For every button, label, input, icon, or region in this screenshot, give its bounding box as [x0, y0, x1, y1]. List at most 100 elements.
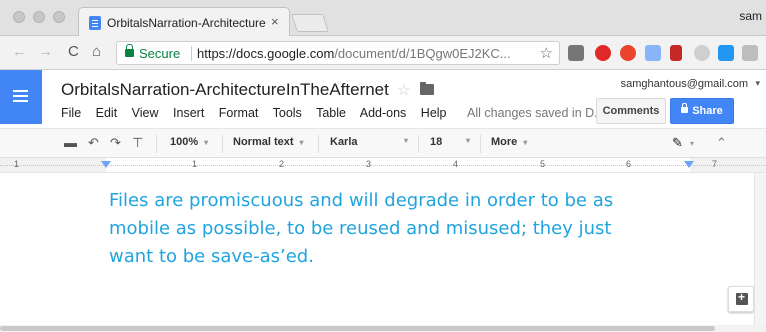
toolbar-divider [222, 135, 223, 153]
menu-format[interactable]: Format [219, 106, 259, 120]
ruler-number: 3 [366, 159, 372, 169]
url-path: /document/d/1BQgw0EJ2KC... [334, 46, 511, 61]
horizontal-scrollbar[interactable] [0, 325, 766, 332]
zoom-value: 100% [170, 136, 199, 148]
editing-toolbar: ▬ ↶ ↷ ⊤ 100% ▾ Normal text ▾ Karla ▾ 18 ▾ Mo… [0, 128, 766, 158]
style-value: Normal text [233, 136, 294, 148]
browser-titlebar: OrbitalsNarration-Architecture × sam [0, 0, 766, 37]
url-divider [191, 46, 192, 61]
ruler-number: 7 [712, 159, 718, 169]
chevron-down-icon: ▾ [299, 138, 304, 147]
document-title[interactable]: OrbitalsNarration-ArchitectureInTheAfter… [61, 80, 389, 100]
home-icon[interactable]: ⌂ [92, 44, 101, 60]
opera-icon[interactable] [620, 45, 636, 61]
url-host: docs.google.com [236, 46, 335, 61]
arrow-icon[interactable] [718, 45, 734, 61]
toolbar-divider [418, 135, 419, 153]
ruler-number: 6 [626, 159, 632, 169]
menu-table[interactable]: Table [316, 106, 346, 120]
pinterest-icon[interactable] [595, 45, 611, 61]
maximize-window-button[interactable] [53, 11, 65, 23]
editing-mode-pencil-icon[interactable]: ✎ [672, 135, 683, 151]
share-label: Share [692, 105, 723, 117]
menu-tools[interactable]: Tools [273, 106, 302, 120]
move-to-folder-icon[interactable] [420, 82, 434, 95]
chevron-down-icon: ▾ [523, 138, 528, 147]
document-page[interactable]: Files are promiscuous and will degrade i… [0, 173, 754, 325]
browser-menu-icon[interactable]: ⋮ [760, 44, 766, 60]
right-indent-marker[interactable] [684, 161, 694, 168]
lock-icon [125, 44, 134, 57]
bars-icon[interactable] [670, 45, 682, 61]
style-select[interactable]: Normal text ▾ [233, 136, 304, 148]
comments-button[interactable]: Comments [596, 98, 666, 124]
tab-close-icon[interactable]: × [271, 14, 279, 29]
minimize-window-button[interactable] [33, 11, 45, 23]
profile-name[interactable]: sam [739, 9, 762, 23]
back-icon[interactable]: ← [12, 44, 27, 60]
collapse-toolbar-icon[interactable]: ⌃ [716, 135, 727, 151]
menu-view[interactable]: View [132, 106, 159, 120]
font-value: Karla [330, 136, 358, 148]
undo-icon[interactable]: ↶ [88, 135, 99, 151]
menu-file[interactable]: File [61, 106, 81, 120]
url-text[interactable]: https://docs.google.com/document/d/1BQgw… [197, 46, 511, 61]
save-status[interactable]: All changes saved in D... [467, 106, 605, 120]
reload-icon[interactable]: C [68, 44, 79, 60]
ruler-number: 5 [540, 159, 546, 169]
menu-edit[interactable]: Edit [96, 106, 118, 120]
paint-format-icon[interactable]: ⊤ [132, 135, 143, 151]
font-select[interactable]: Karla ▾ [330, 136, 410, 148]
document-canvas: Files are promiscuous and will degrade i… [0, 173, 766, 325]
redo-icon[interactable]: ↷ [110, 135, 121, 151]
zoom-select[interactable]: 100% ▾ [170, 136, 208, 148]
left-indent-marker[interactable] [101, 161, 111, 168]
ruler-ticks [0, 165, 766, 166]
ruler-number: 4 [453, 159, 459, 169]
extension-icon[interactable] [568, 45, 584, 61]
ruler: 1 1 2 3 4 5 6 7 [0, 158, 766, 173]
account-email[interactable]: samghantous@gmail.com [621, 78, 748, 90]
font-size-value: 18 [430, 136, 443, 148]
docs-home-icon[interactable] [0, 70, 42, 124]
cloud-icon[interactable] [694, 45, 710, 61]
url-scheme: https:// [197, 46, 237, 61]
horizontal-scrollbar-thumb[interactable] [0, 326, 715, 331]
ruler-number: 1 [192, 159, 198, 169]
new-tab-button[interactable] [291, 14, 329, 32]
close-window-button[interactable] [13, 11, 25, 23]
star-document-icon[interactable]: ☆ [397, 81, 410, 99]
menu-help[interactable]: Help [421, 106, 447, 120]
editing-mode-chevron-down-icon[interactable]: ▾ [690, 139, 694, 148]
tab-title: OrbitalsNarration-Architecture [107, 16, 266, 30]
menu-insert[interactable]: Insert [173, 106, 204, 120]
chevron-down-icon: ▾ [404, 136, 409, 145]
secure-label: Secure [139, 46, 181, 61]
menu-addons[interactable]: Add-ons [360, 106, 407, 120]
font-size-select[interactable]: 18 ▾ [430, 136, 476, 148]
ruler-number: 1 [14, 159, 20, 169]
toolbar-divider [156, 135, 157, 153]
chevron-down-icon: ▾ [204, 138, 209, 147]
menu-bar: File Edit View Insert Format Tools Table… [61, 106, 605, 120]
camera-icon[interactable] [742, 45, 758, 61]
chevron-down-icon: ▾ [466, 136, 471, 145]
account-caret-icon[interactable]: ▾ [755, 78, 760, 89]
explore-icon[interactable] [728, 286, 754, 312]
vertical-scrollbar[interactable] [754, 173, 766, 325]
address-bar[interactable]: Secure https://docs.google.com/document/… [116, 41, 560, 65]
paragraph-line: mobile as possible, to be reused and mis… [109, 218, 612, 239]
bookmark-star-icon[interactable]: ☆ [540, 44, 553, 62]
share-button[interactable]: Share [670, 98, 734, 124]
paragraph-line: want to be save-as’ed. [109, 246, 314, 267]
docs-extension-icon[interactable] [645, 45, 661, 61]
print-icon[interactable]: ▬ [64, 135, 77, 150]
document-body[interactable]: Files are promiscuous and will degrade i… [109, 187, 689, 271]
docs-header: OrbitalsNarration-ArchitectureInTheAfter… [0, 70, 766, 128]
toolbar-divider [318, 135, 319, 153]
browser-tab[interactable]: OrbitalsNarration-Architecture × [78, 7, 290, 37]
browser-toolbar: ← → C ⌂ Secure https://docs.google.com/d… [0, 36, 766, 70]
more-button[interactable]: More ▾ [491, 136, 527, 148]
forward-icon[interactable]: → [38, 44, 53, 60]
toolbar-divider [480, 135, 481, 153]
